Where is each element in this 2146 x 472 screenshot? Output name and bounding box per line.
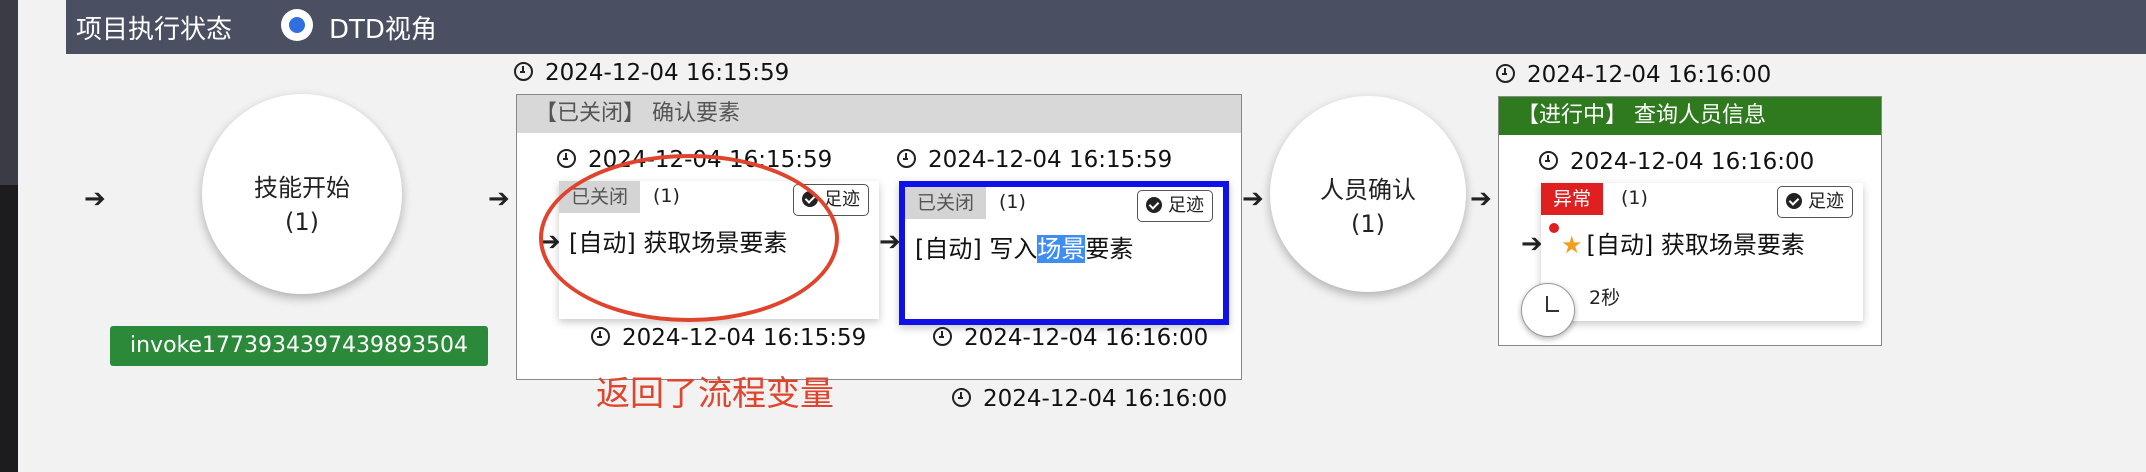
timer-clock-icon	[1521, 283, 1575, 337]
trace-button[interactable]: 足迹	[1777, 186, 1853, 218]
arrow-icon: ➔	[488, 184, 510, 214]
clock-icon	[933, 327, 952, 346]
trace-button[interactable]: 足迹	[1137, 190, 1213, 222]
clock-icon	[952, 388, 971, 407]
arrow-icon: ➔	[1470, 184, 1492, 214]
node-confirm-person[interactable]: 人员确认 (1)	[1270, 96, 1466, 292]
card3-text: ★ [自动] 获取场景要素	[1561, 231, 1805, 259]
check-circle-icon	[1786, 193, 1802, 209]
annotation-note: 返回了流程变量	[596, 374, 834, 414]
group1-header: 【已关闭】 确认要素	[517, 95, 1241, 133]
duration-text: 2秒	[1589, 287, 1621, 309]
page-title: 项目执行状态	[76, 15, 233, 45]
group1-time: 2024-12-04 16:15:59	[514, 60, 789, 86]
dtd-view-radio[interactable]	[281, 9, 313, 41]
header-bar: 项目执行状态 DTD视角	[66, 0, 2146, 54]
group-query-person: 【进行中】 查询人员信息 2024-12-04 16:16:00 ➔ 异常 (1…	[1498, 96, 1882, 346]
alert-dot-icon	[1549, 223, 1559, 233]
invoke-id-badge: invoke1773934397439893504	[110, 326, 488, 366]
card1-end-time: 2024-12-04 16:15:59	[591, 325, 866, 351]
flow-canvas: ➔ 技能开始 (1) invoke1773934397439893504 ➔ 2…	[66, 54, 2146, 472]
task-card-get-scene-running[interactable]: 异常 (1) 足迹 ★ [自动] 获取场景要素 2秒	[1541, 183, 1863, 321]
left-edge-strip-top	[0, 0, 18, 185]
node-start[interactable]: 技能开始 (1)	[202, 94, 402, 294]
arrow-icon: ➔	[84, 184, 106, 214]
node-start-name: 技能开始	[254, 174, 350, 202]
dtd-view-label[interactable]: DTD视角	[329, 9, 437, 46]
card2-end-time: 2024-12-04 16:16:00	[933, 325, 1208, 351]
arrow-icon: ➔	[1521, 229, 1543, 259]
left-edge-strip	[0, 0, 18, 472]
group1-end-time: 2024-12-04 16:16:00	[952, 386, 1227, 412]
card2-start-time: 2024-12-04 16:15:59	[897, 147, 1172, 173]
clock-icon	[897, 149, 916, 168]
group2-time: 2024-12-04 16:16:00	[1496, 62, 1771, 88]
check-circle-icon	[1146, 197, 1162, 213]
card3-count: (1)	[1621, 187, 1648, 209]
clock-icon	[557, 149, 576, 168]
card2-text: [自动] 写入场景要素	[915, 235, 1134, 263]
error-badge: 异常	[1541, 183, 1604, 215]
clock-icon	[514, 62, 533, 81]
task-card-write-scene[interactable]: 已关闭 (1) 足迹 [自动] 写入场景要素	[899, 181, 1229, 325]
node-start-count: (1)	[285, 208, 319, 236]
card2-count: (1)	[999, 191, 1026, 213]
group2-header: 【进行中】 查询人员信息	[1499, 97, 1881, 135]
arrow-icon: ➔	[879, 227, 901, 257]
selected-text: 场景	[1037, 235, 1086, 263]
status-badge: 已关闭	[905, 187, 987, 219]
card3-start-time: 2024-12-04 16:16:00	[1539, 149, 1814, 175]
clock-icon	[1496, 64, 1515, 83]
node-confirm-person-name: 人员确认	[1320, 176, 1416, 204]
clock-icon	[1539, 151, 1558, 170]
star-icon: ★	[1561, 231, 1583, 259]
node-confirm-person-count: (1)	[1351, 210, 1385, 238]
annotation-ellipse	[539, 154, 839, 322]
clock-icon	[591, 327, 610, 346]
arrow-icon: ➔	[1242, 184, 1264, 214]
